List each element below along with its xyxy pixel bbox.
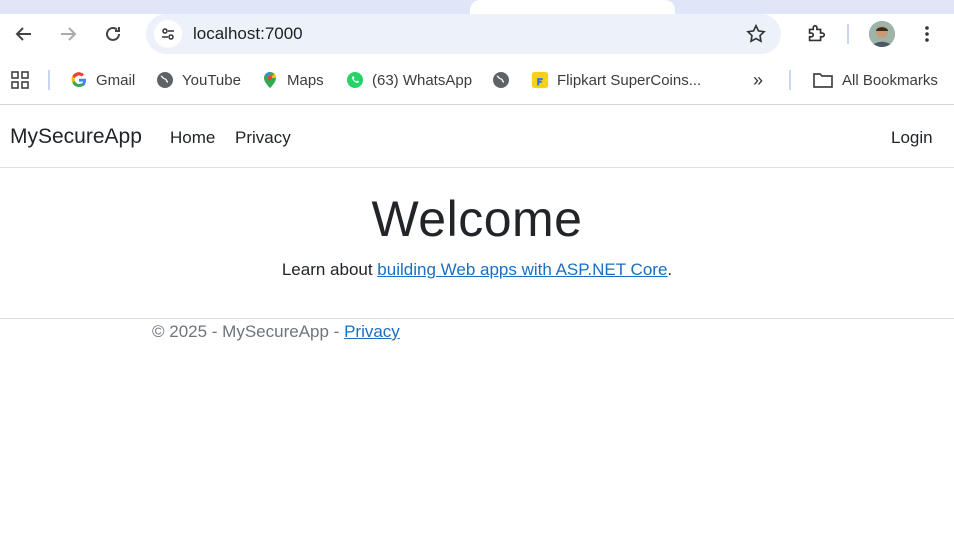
puzzle-icon — [808, 24, 826, 42]
footer: © 2025 - MySecureApp - Privacy — [152, 322, 400, 342]
bookmarks-divider — [789, 70, 791, 90]
bookmarks-divider — [48, 70, 50, 90]
bookmark-flipkart[interactable]: Flipkart SuperCoins... — [531, 70, 701, 90]
tab-strip — [0, 0, 954, 14]
footer-privacy-link[interactable]: Privacy — [344, 322, 400, 341]
active-tab[interactable] — [470, 0, 675, 14]
forward-button[interactable] — [52, 20, 84, 48]
bookmark-label: Maps — [287, 71, 324, 89]
bookmark-label: YouTube — [182, 71, 241, 89]
back-button[interactable] — [8, 20, 40, 48]
apps-grid-icon — [11, 71, 29, 89]
bookmark-globe[interactable] — [492, 70, 518, 90]
aspnet-docs-link[interactable]: building Web apps with ASP.NET Core — [377, 260, 667, 279]
globe-icon — [156, 71, 174, 89]
whatsapp-icon — [346, 71, 364, 89]
all-bookmarks-label: All Bookmarks — [842, 71, 938, 89]
forward-arrow-icon — [61, 27, 77, 41]
browser-toolbar: localhost:7000 — [0, 14, 954, 56]
reload-icon — [106, 26, 120, 41]
all-bookmarks-button[interactable]: All Bookmarks — [812, 70, 938, 90]
back-arrow-icon — [15, 27, 31, 41]
flipkart-icon — [531, 71, 549, 89]
extensions-button[interactable] — [800, 20, 832, 48]
maps-pin-icon — [261, 71, 279, 89]
footer-divider — [0, 318, 954, 319]
bookmark-youtube[interactable]: YouTube — [156, 70, 241, 90]
kebab-menu-icon — [925, 26, 929, 42]
nav-link-privacy[interactable]: Privacy — [235, 128, 291, 148]
bookmark-label: Gmail — [96, 71, 136, 89]
login-link[interactable]: Login — [891, 128, 933, 148]
page-title: Welcome — [371, 191, 583, 247]
brand-link[interactable]: MySecureApp — [10, 125, 142, 149]
address-bar[interactable]: localhost:7000 — [146, 14, 781, 54]
google-g-icon — [70, 71, 88, 89]
footer-copyright: © 2025 - MySecureApp - — [152, 322, 345, 341]
intro-suffix: . — [667, 260, 673, 279]
profile-avatar[interactable] — [869, 21, 895, 47]
bookmark-whatsapp[interactable]: (63) WhatsApp — [346, 70, 472, 90]
reload-button[interactable] — [97, 20, 129, 48]
globe-icon — [492, 71, 510, 89]
bookmarks-overflow-button[interactable]: » — [753, 70, 763, 90]
app-navbar: MySecureApp Home Privacy Login — [0, 105, 954, 168]
site-info-icon[interactable] — [154, 20, 182, 48]
apps-button[interactable] — [10, 70, 30, 90]
bookmark-maps[interactable]: Maps — [261, 70, 324, 90]
bookmark-label: Flipkart SuperCoins... — [557, 71, 702, 89]
intro-text: Learn about building Web apps with ASP.N… — [0, 260, 954, 280]
url-text[interactable]: localhost:7000 — [193, 24, 303, 44]
folder-icon — [812, 71, 834, 89]
bookmark-label: (63) WhatsApp — [372, 71, 473, 89]
intro-prefix: Learn about — [281, 260, 378, 279]
bookmark-gmail[interactable]: Gmail — [70, 70, 135, 90]
toolbar-divider — [847, 24, 849, 44]
bookmark-star-icon[interactable] — [745, 23, 767, 45]
nav-link-home[interactable]: Home — [170, 128, 215, 148]
bookmarks-bar: Gmail YouTube Maps (63) WhatsApp Flipkar… — [0, 56, 954, 104]
browser-menu-button[interactable] — [911, 20, 943, 48]
